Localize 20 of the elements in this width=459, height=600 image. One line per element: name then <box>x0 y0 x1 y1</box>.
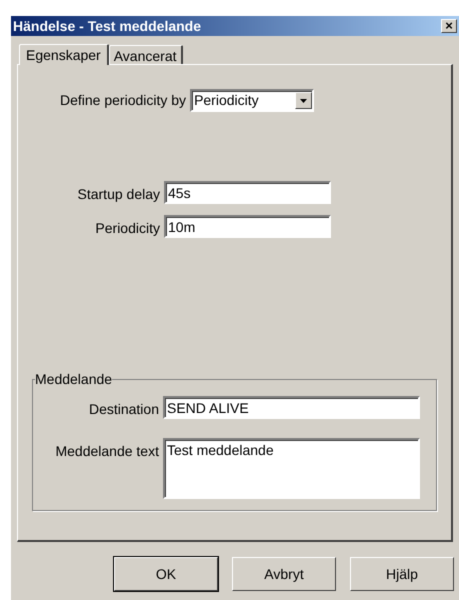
field-label: Define periodicity by <box>60 91 188 110</box>
text-field[interactable]: 10m <box>164 215 331 238</box>
group-title: Meddelande <box>35 370 112 389</box>
close-button[interactable]: × <box>441 19 457 33</box>
dialog-button[interactable]: Avbryt <box>232 557 336 591</box>
text-field[interactable]: 45s <box>164 181 331 204</box>
field-label: Meddelande text <box>54 442 160 461</box>
dropdown-value: Periodicity <box>193 91 259 110</box>
field-label: Startup delay <box>76 185 161 204</box>
text-field[interactable]: SEND ALIVE <box>163 396 420 419</box>
tab[interactable]: Egenskaper <box>19 44 109 65</box>
field-label: Periodicity <box>94 219 161 238</box>
periodicity-dropdown[interactable]: Periodicity <box>190 89 314 112</box>
field-label: Destination <box>88 400 160 419</box>
window-title: Händelse - Test meddelande <box>13 16 202 36</box>
message-text-area[interactable]: Test meddelande <box>163 438 420 499</box>
tab[interactable]: Avancerat <box>108 45 182 64</box>
dropdown-caret-icon[interactable] <box>295 92 312 109</box>
dialog-button[interactable]: OK <box>114 557 218 591</box>
dialog-button[interactable]: Hjälp <box>350 557 454 591</box>
